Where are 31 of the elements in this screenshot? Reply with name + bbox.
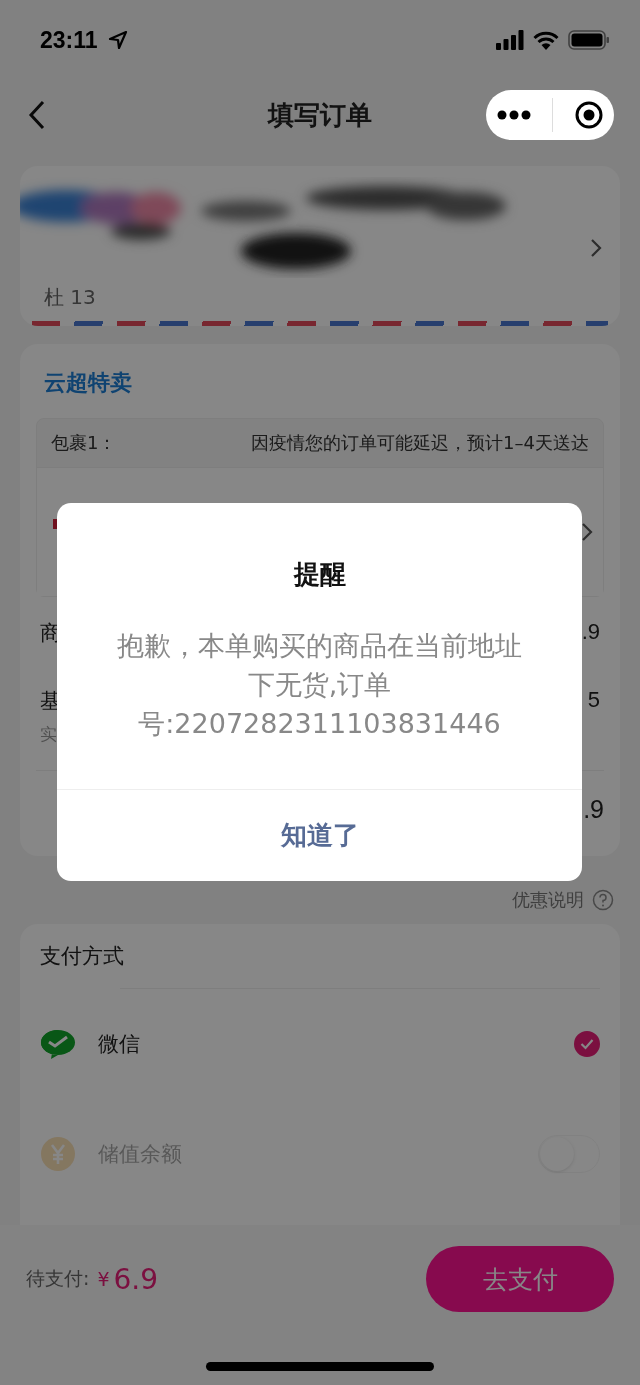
wifi-icon <box>532 30 560 50</box>
amount-due: 6.9 <box>113 1262 159 1296</box>
signal-icon <box>496 30 524 50</box>
total-value: .9 <box>583 795 604 824</box>
chevron-right-icon <box>590 238 602 258</box>
radio-check[interactable] <box>574 1031 600 1057</box>
payment-option[interactable]: 微信 <box>98 1030 552 1058</box>
chevron-right-icon <box>581 522 593 542</box>
delivery-notice: 因疫情您的订单可能延迟，预计1–4天送达 <box>251 431 589 455</box>
chat-bubble-icon <box>40 1028 76 1060</box>
dialog-message: 抱歉，本单购买的商品在当前地址下无货,订单号:2207282311103831446 <box>116 629 523 741</box>
package-label: 包裹1： <box>51 431 117 455</box>
more-icon[interactable] <box>496 110 531 120</box>
payment-title: 支付方式 <box>40 943 125 970</box>
fee-value: .9 <box>581 619 600 645</box>
pay-button[interactable]: 去支付 <box>426 1246 614 1312</box>
close-icon[interactable] <box>573 100 604 130</box>
fee-value: 5 <box>587 687 600 713</box>
discount-note[interactable]: 优惠说明 <box>512 888 584 912</box>
amount-label: 待支付: <box>26 1266 90 1291</box>
page-title: 填写订单 <box>268 98 372 132</box>
location-arrow-icon <box>107 30 128 50</box>
address-card[interactable]: 杜 13 <box>20 166 620 326</box>
recipient-name: 杜 13 <box>44 284 96 311</box>
dialog-ok-button[interactable]: 知道了 <box>57 789 582 881</box>
status-time: 23:11 <box>40 26 98 54</box>
dialog-title: 提醒 <box>293 558 346 591</box>
store-name: 云超特卖 <box>44 369 133 397</box>
currency-symbol: ¥ <box>97 1268 110 1290</box>
back-icon[interactable] <box>28 100 46 130</box>
check-icon <box>580 1038 594 1050</box>
